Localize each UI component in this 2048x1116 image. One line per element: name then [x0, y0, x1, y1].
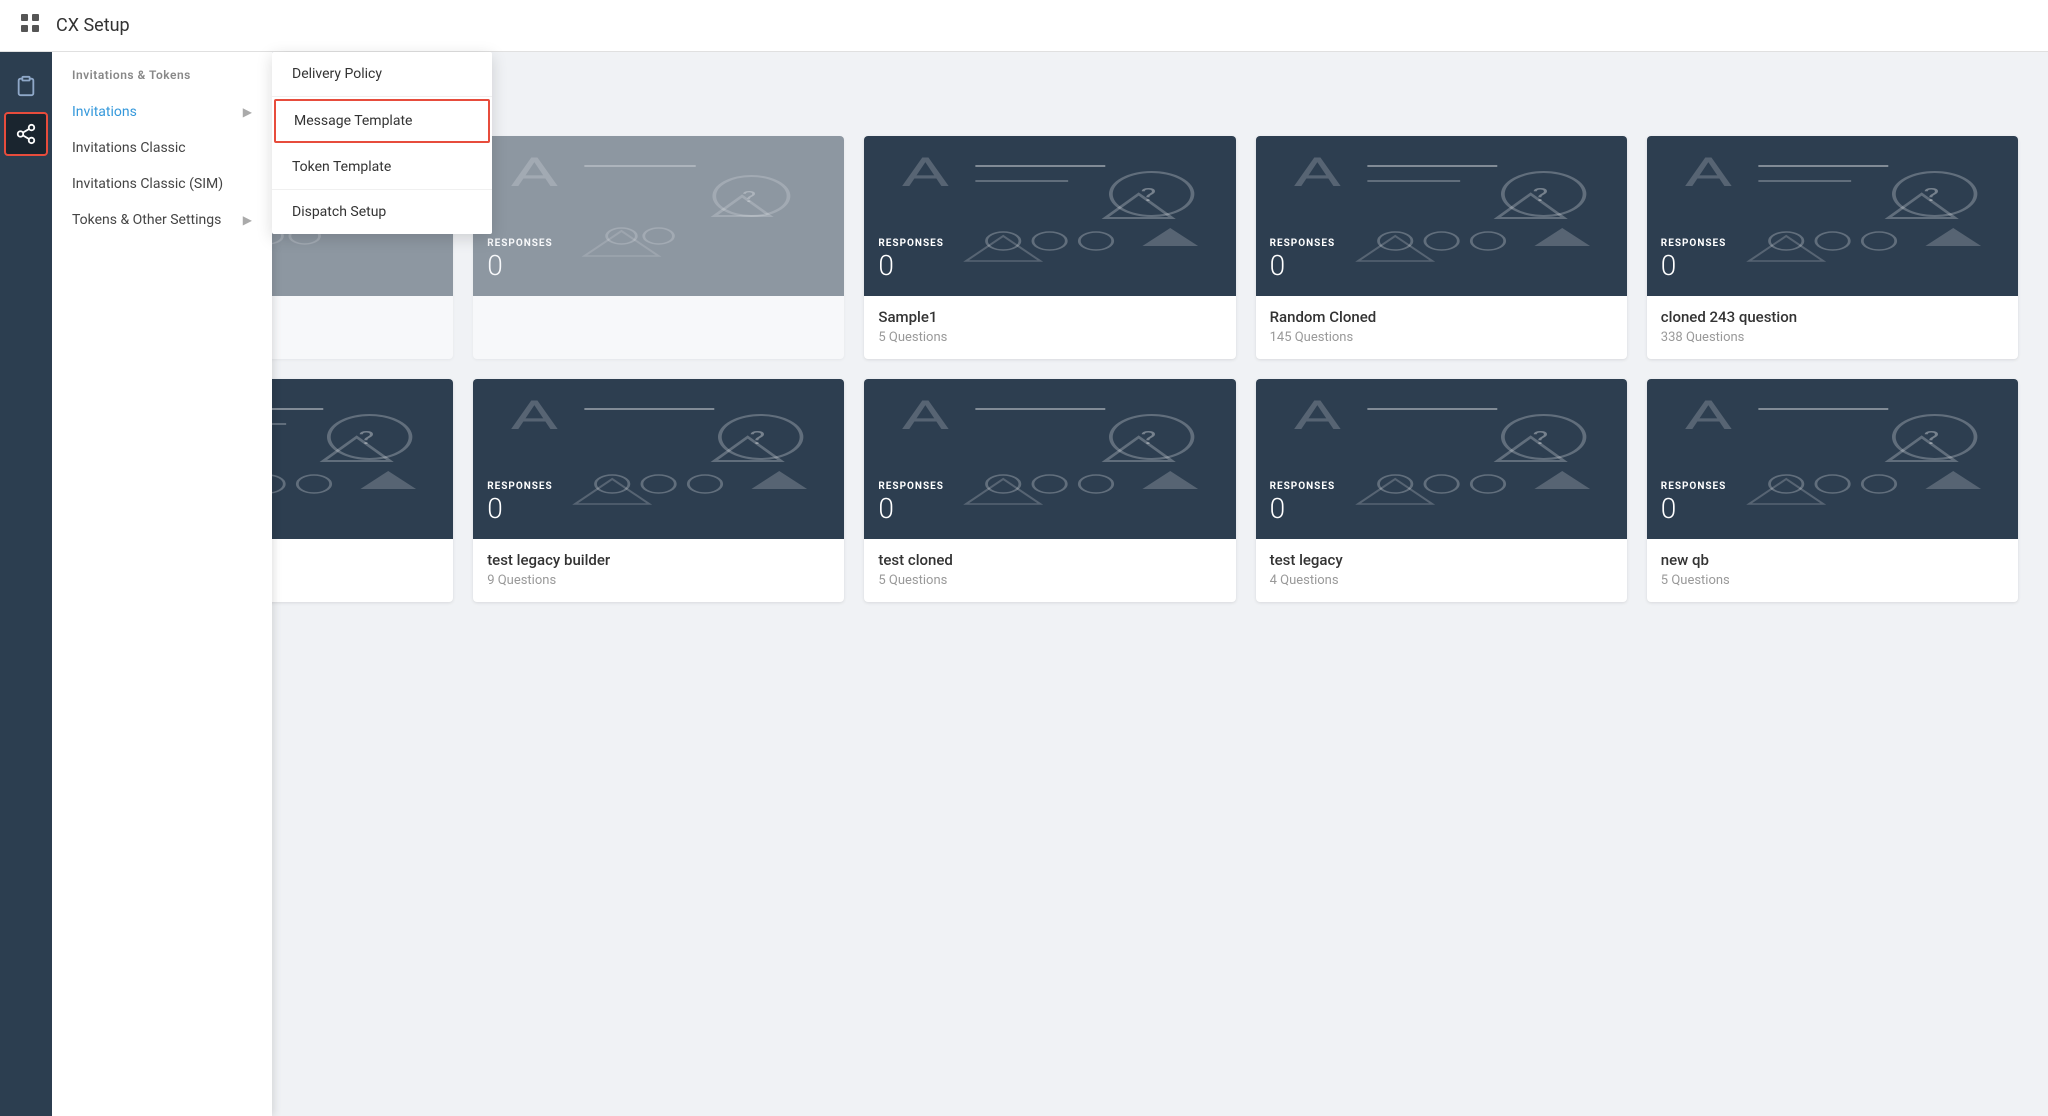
card-item[interactable]: A ? RESPONSES 0 test legacy 4 Questions: [1256, 379, 1627, 602]
card-item[interactable]: A ? RESPONSES 0 test cloned 5 Questions: [864, 379, 1235, 602]
svg-text:A: A: [1684, 149, 1733, 196]
submenu-token-template[interactable]: Token Template: [272, 145, 492, 190]
card-questions: 5 Questions: [878, 330, 1221, 345]
card-body: [473, 296, 844, 326]
inv-panel-title: Invitations & Tokens: [52, 68, 272, 94]
svg-text:A: A: [1293, 149, 1342, 196]
chevron-right-icon: ▶: [243, 105, 252, 119]
responses-count: 0: [878, 492, 1221, 525]
submenu-dropdown: Delivery Policy Message Template Token T…: [272, 52, 492, 234]
card-item[interactable]: A ? RESPONSES 0: [473, 136, 844, 359]
submenu-message-template[interactable]: Message Template: [274, 99, 490, 143]
card-name: test legacy builder: [487, 551, 830, 569]
grid-icon[interactable]: [20, 13, 40, 38]
responses-label: RESPONSES: [878, 238, 1221, 249]
card-header: A ? RESPONSES 0: [1647, 379, 2018, 539]
card-header: A ? RESPONSES 0: [473, 136, 844, 296]
card-questions: 338 Questions: [1661, 330, 2004, 345]
card-body: Random Cloned 145 Questions: [1256, 296, 1627, 359]
card-header: A ? RESPONSES 0: [473, 379, 844, 539]
top-bar: CX Setup: [0, 0, 2048, 52]
invitations-item[interactable]: Invitations ▶: [52, 94, 272, 130]
responses-count: 0: [487, 249, 830, 282]
card-header: A ? RESPONSES 0: [1647, 136, 2018, 296]
card-body: cloned 243 question 338 Questions: [1647, 296, 2018, 359]
sidebar: [0, 52, 52, 1116]
card-item[interactable]: A ? RESPONSES 0 Sample1 5 Questions: [864, 136, 1235, 359]
svg-text:A: A: [902, 392, 951, 439]
responses-count: 0: [1661, 492, 2004, 525]
submenu-dispatch-setup[interactable]: Dispatch Setup: [272, 190, 492, 234]
card-name: test legacy: [1270, 551, 1613, 569]
card-body: new qb 5 Questions: [1647, 539, 2018, 602]
svg-text:A: A: [902, 149, 951, 196]
card-body: Sample1 5 Questions: [864, 296, 1235, 359]
card-name: test cloned: [878, 551, 1221, 569]
card-questions: 145 Questions: [1270, 330, 1613, 345]
invitations-classic-sim-item[interactable]: Invitations Classic (SIM): [52, 166, 272, 202]
invitations-classic-item[interactable]: Invitations Classic: [52, 130, 272, 166]
responses-count: 0: [878, 249, 1221, 282]
responses-label: RESPONSES: [1661, 481, 2004, 492]
card-header: A ? RESPONSES 0: [1256, 379, 1627, 539]
svg-text:A: A: [510, 392, 559, 439]
card-questions: 5 Questions: [878, 573, 1221, 588]
sidebar-icon-clipboard[interactable]: [4, 64, 48, 108]
responses-label: RESPONSES: [1661, 238, 2004, 249]
responses-count: 0: [487, 492, 830, 525]
responses-label: RESPONSES: [1270, 481, 1613, 492]
card-item[interactable]: A ? RESPONSES 0 new qb 5 Questions: [1647, 379, 2018, 602]
card-item[interactable]: A ? RESPONSES 0 cloned 243 question: [1647, 136, 2018, 359]
card-header: A ? RESPONSES 0: [1256, 136, 1627, 296]
card-name: new qb: [1661, 551, 2004, 569]
svg-text:A: A: [510, 149, 559, 196]
card-item[interactable]: A ? RESPONSES 0 Random Cloned 145 Qu: [1256, 136, 1627, 359]
page-title: CX Setup: [56, 15, 130, 36]
card-item[interactable]: A ? RESPONSES 0 test legacy builder 9 Qu…: [473, 379, 844, 602]
responses-count: 0: [1270, 492, 1613, 525]
card-body: test cloned 5 Questions: [864, 539, 1235, 602]
card-questions: 9 Questions: [487, 573, 830, 588]
sidebar-icon-share[interactable]: [4, 112, 48, 156]
card-header: A ? RESPONSES 0: [864, 379, 1235, 539]
svg-text:A: A: [1684, 392, 1733, 439]
responses-label: RESPONSES: [878, 481, 1221, 492]
card-name: cloned 243 question: [1661, 308, 2004, 326]
card-questions: 5 Questions: [1661, 573, 2004, 588]
card-questions: 4 Questions: [1270, 573, 1613, 588]
card-body: test legacy builder 9 Questions: [473, 539, 844, 602]
svg-text:A: A: [1293, 392, 1342, 439]
responses-label: RESPONSES: [1270, 238, 1613, 249]
responses-count: 0: [1661, 249, 2004, 282]
chevron-right-icon: ▶: [243, 213, 252, 227]
responses-count: 0: [1270, 249, 1613, 282]
responses-label: RESPONSES: [487, 481, 830, 492]
card-name: Random Cloned: [1270, 308, 1613, 326]
card-header: A ? RESPONSES 0: [864, 136, 1235, 296]
card-name: Sample1: [878, 308, 1221, 326]
invitations-panel: Invitations & Tokens Invitations ▶ Invit…: [52, 52, 272, 1116]
tokens-other-settings-item[interactable]: Tokens & Other Settings ▶: [52, 202, 272, 238]
responses-label: RESPONSES: [487, 238, 830, 249]
card-body: test legacy 4 Questions: [1256, 539, 1627, 602]
submenu-delivery-policy[interactable]: Delivery Policy: [272, 52, 492, 97]
